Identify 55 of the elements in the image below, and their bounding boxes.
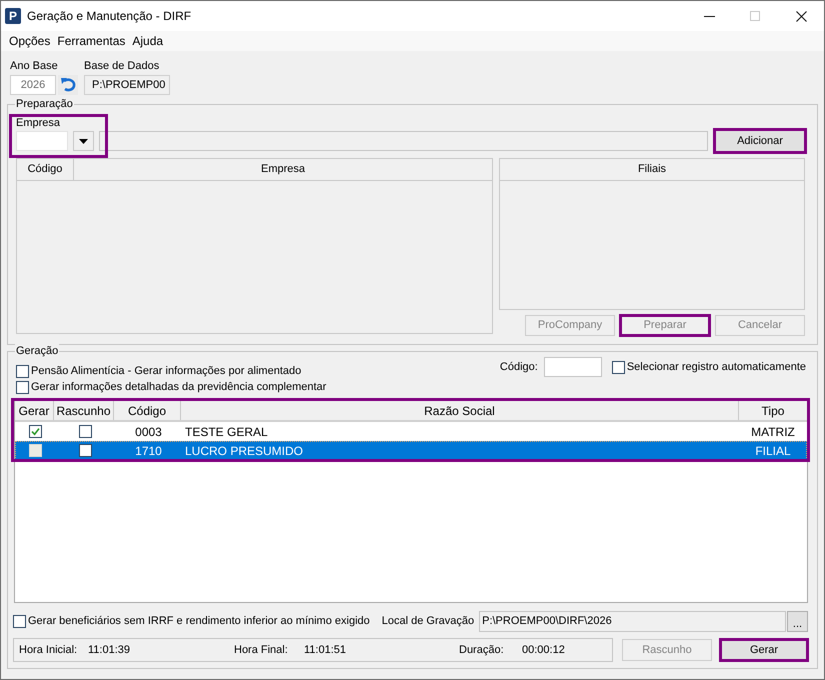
status-value: 11:01:51 (304, 642, 346, 658)
group-title: Preparação (15, 97, 74, 111)
close-icon (796, 10, 806, 22)
table-cell-text: MATRIZ (751, 424, 795, 440)
status-value: 00:00:12 (522, 642, 565, 658)
column-header[interactable]: Tipo (739, 401, 807, 420)
table-cell-text: TESTE GERAL (185, 424, 268, 440)
checkbox[interactable] (16, 380, 29, 394)
checkbox[interactable] (13, 615, 26, 628)
field-label: Local de Gravação (382, 614, 474, 630)
menu-item[interactable]: Ajuda (132, 33, 164, 49)
column-header[interactable]: Razão Social (181, 401, 739, 420)
check-icon (31, 427, 40, 436)
checkbox[interactable] (16, 364, 29, 378)
checkbox[interactable] (612, 360, 625, 374)
caret-icon (79, 138, 88, 144)
menu-item[interactable]: Ferramentas (57, 33, 126, 49)
checkbox-label: Selecionar registro automaticamente (626, 360, 806, 375)
group-title: Geração (15, 344, 60, 358)
column-header[interactable]: Empresa (74, 159, 492, 180)
undo-icon[interactable] (58, 75, 78, 95)
column-header[interactable]: Código (17, 159, 74, 180)
field-label: Código: (500, 360, 538, 375)
column-header[interactable]: Rascunho (54, 401, 114, 420)
status-label: Duração: (459, 644, 504, 656)
column-header[interactable]: Código (114, 401, 181, 420)
field-label: Empresa (16, 116, 60, 130)
checkbox[interactable] (78, 425, 92, 438)
status-value: 11:01:39 (88, 642, 130, 658)
table-cell-text: LUCRO PRESUMIDO (185, 442, 304, 460)
maximize-icon (750, 11, 760, 21)
column-header[interactable]: Gerar (15, 401, 54, 420)
window-title: Geração e Manutenção - DIRF (27, 8, 192, 25)
dropdown-button[interactable] (73, 131, 94, 151)
checkbox[interactable] (29, 425, 42, 438)
input-field[interactable] (16, 131, 68, 151)
input-field[interactable] (544, 357, 602, 377)
column-header[interactable]: Filiais (500, 159, 804, 180)
checkbox[interactable] (78, 444, 92, 457)
table-cell-text: 0003 (135, 424, 162, 440)
database-field: P:\PROEMP00 (84, 75, 170, 95)
status-label: Hora Inicial: (19, 644, 78, 656)
checkbox-label: Gerar informações detalhadas da previdência complementar (31, 380, 326, 395)
field-label: Base de Dados (84, 59, 160, 73)
checkbox-label: Pensão Alimentícia - Gerar informações por alimentado (31, 364, 302, 379)
table-cell-text: FILIAL (755, 442, 791, 460)
path-field[interactable]: P:\PROEMP00\DIRF\2026 (479, 611, 786, 632)
status-label: Hora Final: (234, 644, 288, 656)
app-logo: P (5, 8, 21, 24)
table-row[interactable]: 1710 LUCRO PRESUMIDO FILIAL (15, 441, 807, 460)
browse-button[interactable]: ... (787, 611, 808, 632)
table-cell-text: 1710 (135, 442, 162, 460)
checkbox-label: Gerar beneficiários sem IRRF e rendimento inferior ao mínimo exigido (28, 614, 370, 630)
field-label: Ano Base (10, 59, 58, 73)
menu-item[interactable]: Opções (9, 33, 50, 49)
